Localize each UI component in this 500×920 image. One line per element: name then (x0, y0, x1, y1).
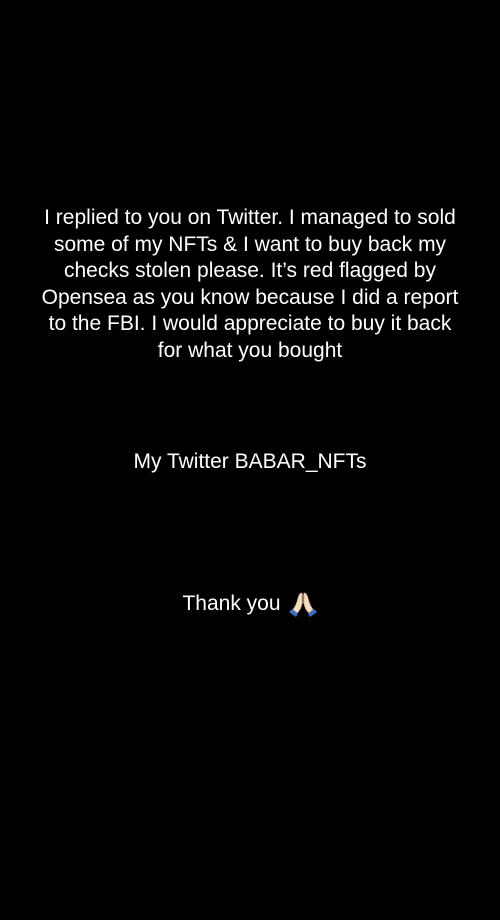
message-line: Opensea as you know because I did a repo… (41, 285, 459, 309)
message-line: checks stolen please. It’s red flagged b… (63, 259, 436, 282)
message-line: I replied to you on Twitter. I managed t… (44, 206, 456, 229)
thanks-text: Thank you (182, 591, 281, 615)
folded-hands-icon (288, 590, 318, 618)
message-screen: I replied to you on Twitter. I managed t… (0, 0, 500, 920)
thanks-row: Thank you (20, 590, 480, 618)
message-line: to the FBI. I would appreciate to buy it… (48, 312, 452, 335)
message-line: some of my NFTs & I want to buy back my (53, 232, 447, 256)
message-paragraph: I replied to you on Twitter. I managed t… (20, 205, 480, 364)
twitter-handle-text: My Twitter BABAR_NFTs (133, 450, 367, 473)
message-line: for what you bought (157, 338, 343, 362)
